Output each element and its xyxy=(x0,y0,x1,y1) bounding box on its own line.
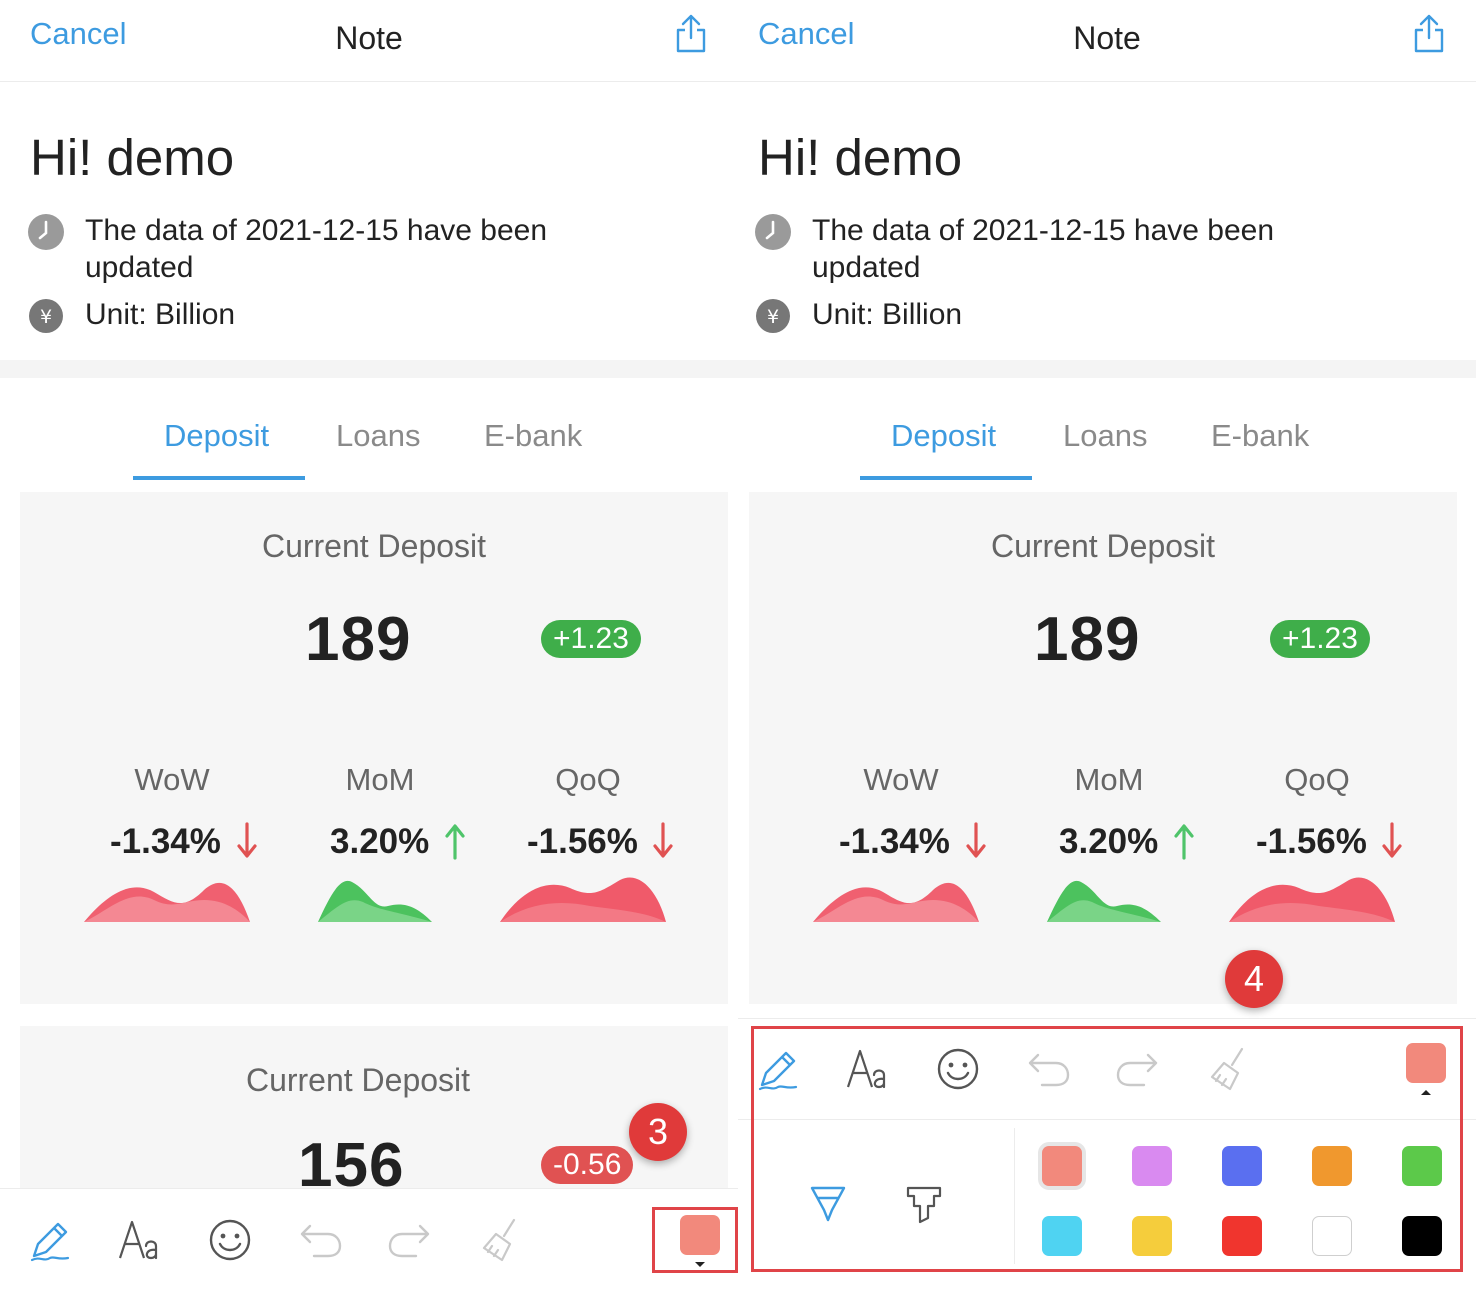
eraser-icon[interactable] xyxy=(476,1216,524,1264)
nav-bar: Cancel Note xyxy=(738,0,1476,82)
tab-bar: Deposit Loans E-bank xyxy=(738,418,1476,482)
share-icon[interactable] xyxy=(674,14,708,54)
card-value: 189 xyxy=(305,605,412,674)
metric-value-mom: 3.20% xyxy=(330,822,430,861)
tab-deposit[interactable]: Deposit xyxy=(164,418,269,454)
highlight-box xyxy=(652,1207,738,1273)
section-divider xyxy=(0,360,738,378)
deposit-card[interactable]: Current Deposit 189 +1.23 WoW MoM QoQ -1… xyxy=(749,492,1457,1004)
metric-value-qoq: -1.56% xyxy=(1256,822,1367,861)
metric-value-mom: 3.20% xyxy=(1059,822,1159,861)
section-divider xyxy=(738,360,1476,378)
drawing-toolbar xyxy=(0,1188,738,1289)
card-value: 189 xyxy=(1034,605,1141,674)
metric-value-qoq: -1.56% xyxy=(527,822,638,861)
sparkline-mom xyxy=(1047,880,1161,922)
update-info: The data of 2021-12-15 have been updated xyxy=(755,212,1332,286)
redo-icon[interactable] xyxy=(386,1216,434,1264)
sparkline-wow xyxy=(84,882,250,922)
arrow-down-icon xyxy=(237,822,257,858)
tab-e-bank[interactable]: E-bank xyxy=(1211,418,1309,454)
nav-title: Note xyxy=(1073,20,1141,56)
card-title: Current Deposit xyxy=(261,528,487,564)
clock-icon xyxy=(755,214,791,250)
text-icon[interactable] xyxy=(116,1216,164,1264)
metric-label-qoq: QoQ xyxy=(555,762,621,797)
sparkline-wow xyxy=(813,882,979,922)
sparkline-qoq xyxy=(1229,877,1395,922)
share-icon[interactable] xyxy=(1412,14,1446,54)
tab-loans[interactable]: Loans xyxy=(1063,418,1147,454)
arrow-down-icon xyxy=(966,822,986,858)
highlight-box xyxy=(751,1026,1463,1272)
undo-icon[interactable] xyxy=(296,1216,344,1264)
sparkline-mom xyxy=(318,880,432,922)
update-text: The data of 2021-12-15 have been updated xyxy=(85,214,548,284)
metric-label-mom: MoM xyxy=(345,762,415,797)
update-info: The data of 2021-12-15 have been updated xyxy=(28,212,605,286)
arrow-down-icon xyxy=(1382,822,1402,858)
change-badge: +1.23 xyxy=(541,620,641,658)
tab-bar: Deposit Loans E-bank xyxy=(0,418,738,482)
tab-loans[interactable]: Loans xyxy=(336,418,420,454)
update-text: The data of 2021-12-15 have been updated xyxy=(812,214,1275,284)
metric-label-wow: WoW xyxy=(863,762,939,797)
arrow-up-icon xyxy=(445,824,465,860)
emoji-icon[interactable] xyxy=(206,1216,254,1264)
unit-info: ¥ Unit: Billion xyxy=(755,296,1332,334)
sparkline-qoq xyxy=(500,877,666,922)
metric-value-wow: -1.34% xyxy=(110,822,221,861)
step-badge-4: 4 xyxy=(1225,950,1283,1008)
note-screen-right: Cancel Note Hi! demo The data of 2021-12… xyxy=(738,0,1476,1289)
greeting-title: Hi! demo xyxy=(758,129,963,186)
unit-info: ¥ Unit: Billion xyxy=(28,296,605,334)
tab-active-indicator xyxy=(860,476,1032,480)
metric-label-wow: WoW xyxy=(134,762,210,797)
arrow-down-icon xyxy=(653,822,673,858)
unit-text: Unit: Billion xyxy=(85,298,236,331)
note-screen-left: Cancel Note Hi! demo The data of 2021-12… xyxy=(0,0,738,1289)
metric-label-mom: MoM xyxy=(1074,762,1144,797)
card-title: Current Deposit xyxy=(990,528,1216,564)
tab-e-bank[interactable]: E-bank xyxy=(484,418,582,454)
arrow-up-icon xyxy=(1174,824,1194,860)
greeting-title: Hi! demo xyxy=(30,129,235,186)
tab-deposit[interactable]: Deposit xyxy=(891,418,996,454)
nav-title: Note xyxy=(335,20,403,56)
pen-icon[interactable] xyxy=(26,1216,74,1264)
card-title: Current Deposit xyxy=(245,1062,471,1098)
clock-icon xyxy=(28,214,64,250)
unit-text: Unit: Billion xyxy=(812,298,963,331)
svg-text:¥: ¥ xyxy=(40,306,52,328)
yen-icon: ¥ xyxy=(755,298,791,334)
deposit-card[interactable]: Current Deposit 156 -0.56 xyxy=(20,1026,728,1200)
yen-icon: ¥ xyxy=(28,298,64,334)
step-badge-3: 3 xyxy=(629,1103,687,1161)
metric-value-wow: -1.34% xyxy=(839,822,950,861)
svg-text:¥: ¥ xyxy=(767,306,779,328)
change-badge: +1.23 xyxy=(1270,620,1370,658)
metric-label-qoq: QoQ xyxy=(1284,762,1350,797)
nav-bar: Cancel Note xyxy=(0,0,738,82)
deposit-card[interactable]: Current Deposit 189 +1.23 WoW MoM QoQ -1… xyxy=(20,492,728,1004)
change-badge: -0.56 xyxy=(541,1146,634,1184)
tab-active-indicator xyxy=(133,476,305,480)
